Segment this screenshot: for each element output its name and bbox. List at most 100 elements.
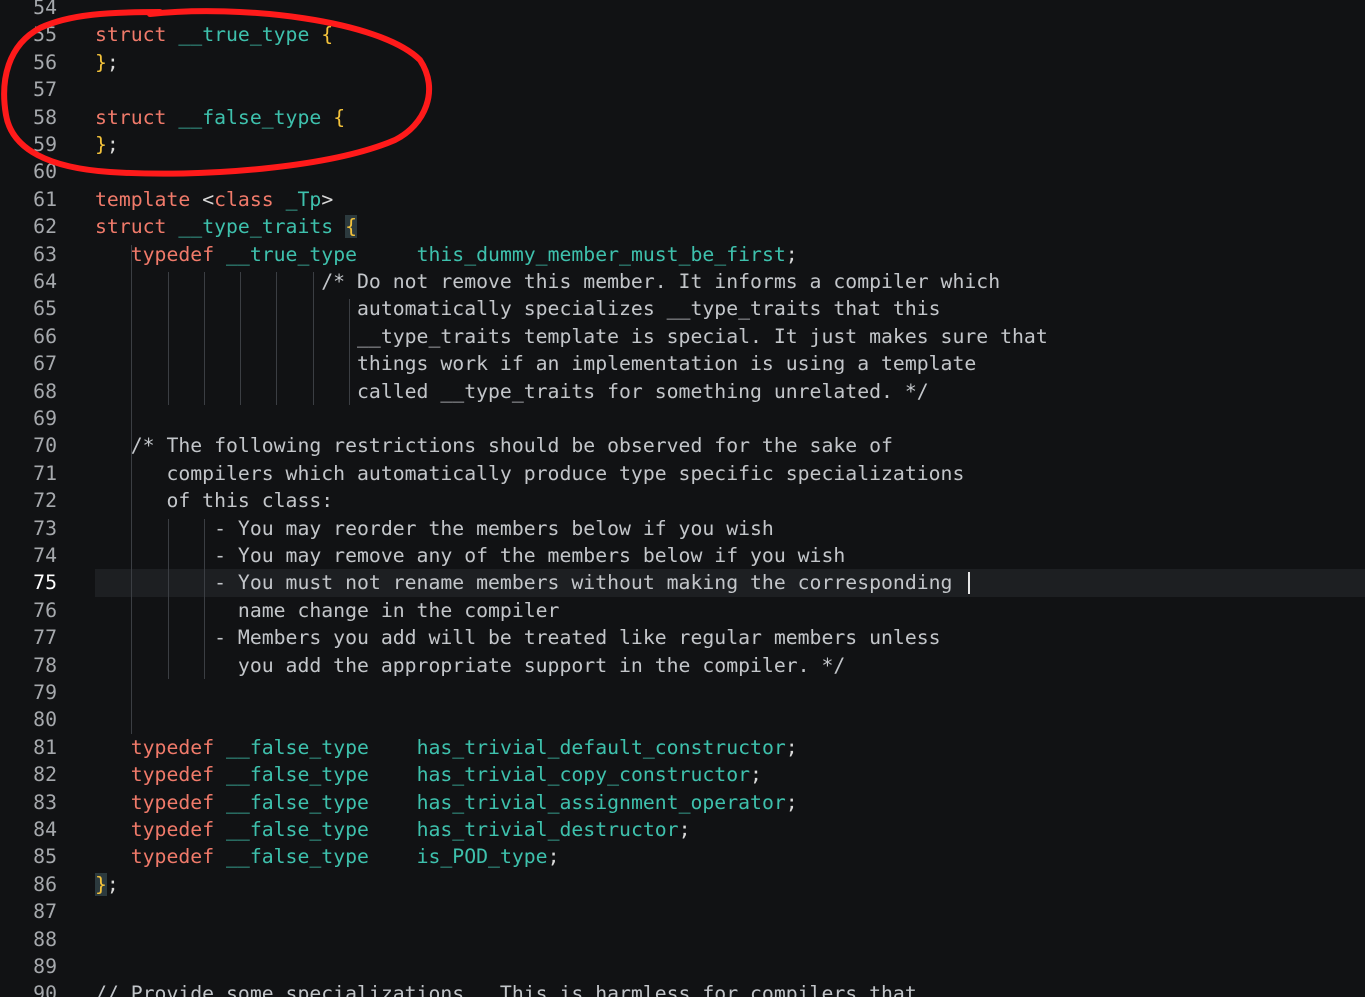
line-code[interactable]: struct __true_type { <box>95 21 333 48</box>
code-line[interactable]: 63 typedef __true_type this_dummy_member… <box>0 241 1365 268</box>
code-token: __true_type <box>178 23 322 47</box>
code-token: - You may remove any of the members belo… <box>95 544 846 567</box>
line-number: 79 <box>33 681 57 704</box>
code-line[interactable]: 58 struct __false_type { <box>0 104 1365 131</box>
code-line[interactable]: 89 <box>0 953 1365 980</box>
line-number: 57 <box>33 78 57 102</box>
code-line[interactable]: 83 typedef __false_type has_trivial_assi… <box>0 789 1365 816</box>
line-number: 87 <box>33 900 57 924</box>
line-code[interactable]: - You may remove any of the members belo… <box>95 542 845 569</box>
code-token: { <box>345 215 358 239</box>
code-token: compilers which automatically produce ty… <box>95 461 965 485</box>
code-line[interactable]: 57 <box>0 76 1365 103</box>
code-token: - You may reorder the members below if y… <box>95 516 774 540</box>
code-line[interactable]: 60 <box>0 158 1365 185</box>
line-code[interactable]: - You must not rename members without ma… <box>95 569 952 596</box>
line-code[interactable]: }; <box>95 49 119 76</box>
code-line[interactable]: 56}; <box>0 49 1365 76</box>
line-code[interactable]: }; <box>95 871 119 898</box>
indent-guide <box>168 272 169 405</box>
line-code[interactable]: /* Do not remove this member. It informs… <box>95 268 1000 295</box>
line-code[interactable]: called __type_traits for something unrel… <box>95 378 929 405</box>
line-code[interactable]: automatically specializes __type_traits … <box>95 295 941 322</box>
code-line[interactable]: 54 <box>0 0 1365 21</box>
line-code[interactable]: typedef __true_type this_dummy_member_mu… <box>95 241 798 268</box>
line-number: 73 <box>33 516 57 540</box>
code-line[interactable]: 88 <box>0 926 1365 953</box>
indent-guide <box>240 272 241 405</box>
line-code[interactable]: template <class _Tp> <box>95 186 333 213</box>
code-token: has_trivial_default_constructor <box>416 735 786 759</box>
line-code[interactable]: struct __type_traits { <box>95 213 358 240</box>
line-number: 75 <box>33 571 57 595</box>
line-code[interactable]: you add the appropriate support in the c… <box>95 652 845 679</box>
code-token: /* Do not remove this member. It informs… <box>95 270 1001 293</box>
indent-guide <box>276 272 277 405</box>
line-number: 83 <box>33 790 57 814</box>
code-line[interactable]: 55 struct __true_type { <box>0 21 1365 48</box>
line-code[interactable]: /* The following restrictions should be … <box>95 432 893 459</box>
code-line[interactable]: 72 of this class: <box>0 487 1365 514</box>
code-token: automatically specializes __type_traits … <box>95 297 941 321</box>
code-line[interactable]: 82 typedef __false_type has_trivial_copy… <box>0 761 1365 788</box>
code-editor[interactable]: 54 55 struct __true_type {56}; 57 58 struct _… <box>0 0 1365 997</box>
code-token: this_dummy_member_must_be_first <box>416 242 786 266</box>
code-line[interactable]: 59}; <box>0 131 1365 158</box>
code-token: has_trivial_destructor <box>416 818 679 841</box>
line-number: 68 <box>33 379 57 403</box>
line-number: 81 <box>33 735 57 759</box>
indent-guide <box>313 272 314 405</box>
line-code[interactable]: typedef __false_type has_trivial_default… <box>95 734 798 761</box>
code-token: name change in the compiler <box>95 598 560 622</box>
line-code[interactable]: }; <box>95 131 119 158</box>
line-code[interactable]: - Members you add will be treated like r… <box>95 624 940 651</box>
line-number: 67 <box>33 352 57 376</box>
line-code[interactable]: struct __false_type { <box>95 104 345 131</box>
line-code[interactable]: __type_traits template is special. It ju… <box>95 323 1048 350</box>
line-code[interactable]: // Provide some specializations. This is… <box>95 980 917 997</box>
line-number: 76 <box>33 598 57 622</box>
line-code[interactable]: compilers which automatically produce ty… <box>95 460 964 487</box>
line-code[interactable]: things work if an implementation is usin… <box>95 350 976 377</box>
line-code[interactable]: - You may reorder the members below if y… <box>95 515 774 542</box>
line-number: 77 <box>33 626 57 650</box>
code-token: __type_traits <box>178 215 346 239</box>
line-code[interactable]: typedef __false_type is_POD_type; <box>95 843 560 870</box>
code-token: ; <box>547 845 560 869</box>
line-number: 70 <box>33 434 57 458</box>
indent-guide <box>168 518 169 679</box>
code-token: // Provide some specializations. This is… <box>95 982 917 997</box>
code-line[interactable]: 62 struct __type_traits { <box>0 213 1365 240</box>
code-line[interactable]: 70 /* The following restrictions should … <box>0 432 1365 459</box>
line-number: 63 <box>33 242 57 266</box>
line-number: 78 <box>33 653 57 677</box>
line-code[interactable]: name change in the compiler <box>95 597 560 624</box>
code-token: ; <box>106 133 119 156</box>
line-code[interactable]: typedef __false_type has_trivial_assignm… <box>95 789 798 816</box>
code-line[interactable]: 86}; <box>0 871 1365 898</box>
code-line[interactable]: 85 typedef __false_type is_POD_type; <box>0 843 1365 870</box>
code-line[interactable]: 61 template <class _Tp> <box>0 186 1365 213</box>
code-token: struct <box>95 105 179 129</box>
code-token: __false_type <box>178 105 334 129</box>
code-line[interactable]: 84 typedef __false_type has_trivial_dest… <box>0 816 1365 843</box>
code-line[interactable]: 90 // Provide some specializations. This … <box>0 980 1365 997</box>
line-number: 80 <box>33 708 57 732</box>
code-line[interactable]: 79 <box>0 679 1365 706</box>
code-token: ; <box>106 872 119 896</box>
text-cursor <box>968 572 970 595</box>
code-token: ; <box>785 790 798 814</box>
code-line[interactable]: 69 <box>0 405 1365 432</box>
code-line[interactable]: 71 compilers which automatically produce… <box>0 460 1365 487</box>
code-token: __false_type <box>226 763 417 787</box>
code-line[interactable]: 87 <box>0 898 1365 925</box>
code-line[interactable]: 81 typedef __false_type has_trivial_defa… <box>0 734 1365 761</box>
line-code[interactable]: typedef __false_type has_trivial_copy_co… <box>95 761 762 788</box>
code-line[interactable]: 80 <box>0 706 1365 733</box>
line-code[interactable]: typedef __false_type has_trivial_destruc… <box>95 816 691 843</box>
code-token: _Tp <box>285 187 322 211</box>
